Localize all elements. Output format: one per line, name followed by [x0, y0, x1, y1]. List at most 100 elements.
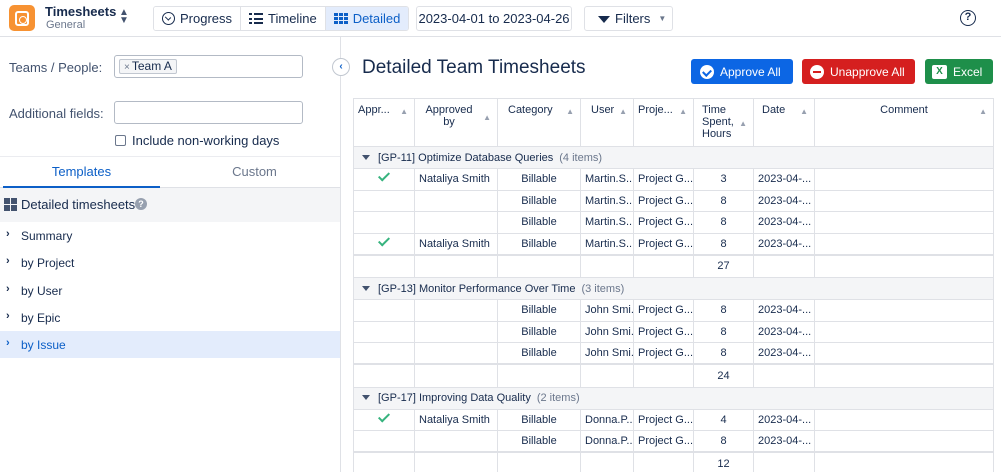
- sort-icon: ▲: [679, 107, 687, 116]
- template-group-header: Detailed timesheets ?: [0, 188, 340, 222]
- unapprove-all-label: Unapprove All: [830, 64, 905, 79]
- approved-check-icon: [377, 169, 391, 182]
- group-total-hours: 12: [693, 451, 754, 472]
- date-range-picker[interactable]: 2023-04-01 to 2023-04-26: [416, 6, 572, 31]
- table-row[interactable]: Billable Martin.S... Project G... 8 2023…: [353, 211, 994, 234]
- column-header-comment[interactable]: Comment ▲: [814, 98, 994, 147]
- table-row[interactable]: Nataliya Smith Billable Martin.S... Proj…: [353, 232, 994, 255]
- chevron-right-icon: ›: [6, 228, 10, 240]
- dashboard-icon: [4, 198, 17, 211]
- table-row[interactable]: Nataliya Smith Billable Martin.S... Proj…: [353, 168, 994, 191]
- sort-icon: ▲: [483, 113, 491, 122]
- group-row[interactable]: [GP-11] Optimize Database Queries (4 item…: [353, 146, 994, 169]
- include-nonworking-checkbox[interactable]: [115, 135, 126, 146]
- template-tabs: Templates Custom: [0, 156, 340, 188]
- chevron-right-icon: ›: [6, 255, 10, 267]
- column-header-project[interactable]: Proje... ▲: [633, 98, 694, 147]
- column-header-date[interactable]: Date ▲: [753, 98, 815, 147]
- nav-item-label: by Issue: [21, 338, 66, 352]
- group-row[interactable]: [GP-13] Monitor Performance Over Time (3 …: [353, 277, 994, 300]
- template-group-title: Detailed timesheets: [21, 197, 136, 212]
- check-circle-icon: [700, 64, 714, 79]
- team-chip-label: Team A: [131, 59, 172, 73]
- sort-icon: ▲: [566, 107, 574, 116]
- approved-check-icon: [377, 233, 391, 247]
- help-icon[interactable]: ?: [960, 10, 976, 26]
- group-total-row: 27: [353, 253, 994, 278]
- approved-check-icon: [377, 410, 391, 423]
- column-header-time-spent[interactable]: Time Spent, Hours ▲: [693, 98, 754, 147]
- collapse-panel-button[interactable]: ‹: [332, 58, 350, 76]
- top-bar: Timesheets General ▲ ▼ Progress Timeline …: [0, 0, 1001, 37]
- unapprove-all-button[interactable]: Unapprove All: [802, 59, 915, 84]
- view-timeline-label: Timeline: [268, 11, 317, 26]
- excel-label: Excel: [953, 64, 983, 79]
- view-timeline-button[interactable]: Timeline: [241, 7, 326, 30]
- table-row[interactable]: Billable John Smi... Project G... 8 2023…: [353, 320, 994, 343]
- nav-item-label: by Epic: [21, 311, 61, 325]
- nav-item-label: Summary: [21, 229, 73, 243]
- group-total-hours: 27: [693, 253, 754, 278]
- sort-icon: ▲: [979, 107, 987, 116]
- remove-chip-icon[interactable]: ×: [124, 62, 130, 73]
- table-row[interactable]: Billable Donna.P... Project G... 8 2023-…: [353, 430, 994, 453]
- chevron-right-icon: ›: [6, 283, 10, 295]
- timesheets-logo-icon: [9, 5, 35, 31]
- view-detailed-label: Detailed: [352, 11, 401, 26]
- sort-icon: ▲: [400, 107, 408, 116]
- filters-button[interactable]: Filters ▼: [584, 6, 673, 31]
- column-header-user[interactable]: User ▲: [580, 98, 634, 147]
- nav-item-by-project[interactable]: › by Project: [0, 249, 340, 276]
- chevron-down-icon: ▼: [658, 14, 667, 23]
- approve-all-button[interactable]: Approve All: [691, 59, 793, 84]
- sort-icon: ▲: [619, 107, 627, 116]
- app-switcher-chevron-icon[interactable]: ▲ ▼: [118, 8, 130, 27]
- app-subtitle: General: [46, 19, 86, 31]
- column-header-approved-by[interactable]: Approved by ▲: [414, 98, 498, 147]
- left-panel: Teams / People: × Team A Additional field…: [0, 37, 341, 472]
- page-title: Detailed Team Timesheets: [362, 57, 586, 78]
- nav-item-label: by User: [21, 284, 63, 298]
- help-circle-icon[interactable]: ?: [135, 198, 147, 210]
- timesheet-table: Appr... ▲ Approved by ▲ Category ▲ User ▲ Pr…: [353, 98, 994, 472]
- chevron-right-icon: ›: [6, 337, 10, 349]
- expand-toggle-icon[interactable]: [362, 395, 370, 400]
- app-title: Timesheets: [45, 4, 117, 19]
- tab-custom[interactable]: Custom: [176, 157, 333, 188]
- nav-item-summary[interactable]: › Summary: [0, 222, 340, 249]
- table-row[interactable]: Billable Martin.S... Project G... 8 2023…: [353, 189, 994, 212]
- sort-icon: ▲: [739, 119, 747, 128]
- clock-icon: [162, 12, 175, 25]
- nav-item-by-issue[interactable]: › by Issue: [0, 331, 340, 358]
- group-row[interactable]: [GP-17] Improving Data Quality (2 items): [353, 386, 994, 410]
- view-detailed-button[interactable]: Detailed: [325, 7, 409, 30]
- list-icon: [249, 13, 264, 24]
- group-total-hours: 24: [693, 363, 754, 388]
- table-row[interactable]: Billable John Smi... Project G... 8 2023…: [353, 342, 994, 365]
- tab-templates[interactable]: Templates: [3, 157, 160, 188]
- grid-icon: [333, 13, 348, 24]
- include-nonworking-label: Include non-working days: [132, 133, 280, 148]
- approve-all-label: Approve All: [720, 64, 781, 79]
- additional-fields-label: Additional fields:: [9, 106, 104, 121]
- view-progress-label: Progress: [180, 11, 233, 26]
- column-header-category[interactable]: Category ▲: [497, 98, 581, 147]
- nav-item-label: by Project: [21, 256, 75, 270]
- group-total-row: 24: [353, 363, 994, 388]
- nav-item-by-user[interactable]: › by User: [0, 277, 340, 304]
- expand-toggle-icon[interactable]: [362, 285, 370, 291]
- excel-export-button[interactable]: X Excel: [925, 59, 993, 84]
- table-row[interactable]: Billable John Smi... Project G... 8 2023…: [353, 299, 994, 322]
- funnel-icon: [598, 16, 610, 23]
- expand-toggle-icon[interactable]: [362, 154, 370, 160]
- chevron-right-icon: ›: [6, 310, 10, 322]
- view-progress-button[interactable]: Progress: [154, 7, 242, 30]
- sort-icon: ▲: [800, 107, 808, 116]
- additional-fields-input[interactable]: [114, 101, 303, 124]
- minus-circle-icon: [810, 64, 824, 79]
- teams-people-input[interactable]: × Team A: [114, 55, 303, 78]
- column-header-approved[interactable]: Appr... ▲: [353, 98, 415, 147]
- nav-item-by-epic[interactable]: › by Epic: [0, 304, 340, 331]
- table-row[interactable]: Nataliya Smith Billable Donna.P... Proje…: [353, 408, 994, 431]
- excel-icon: X: [932, 64, 947, 79]
